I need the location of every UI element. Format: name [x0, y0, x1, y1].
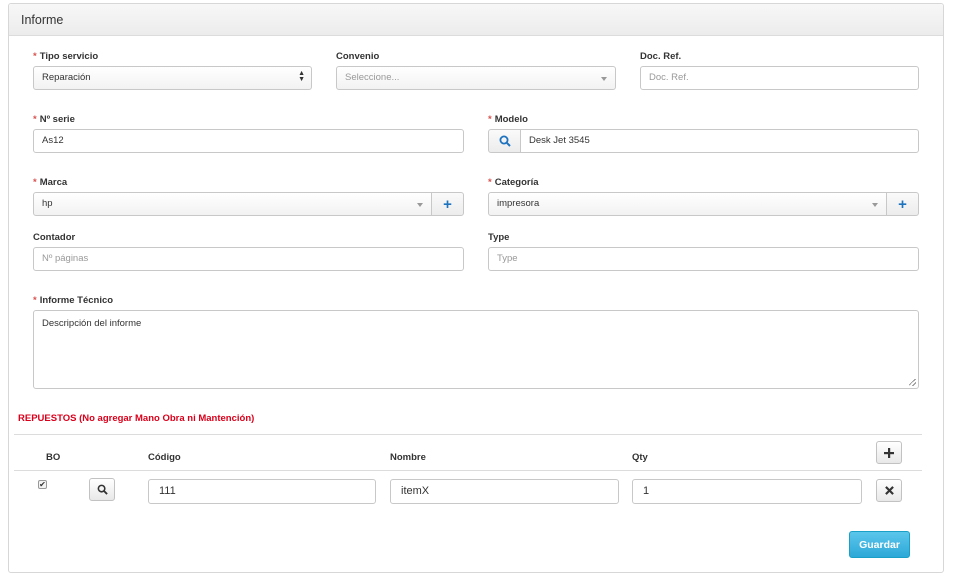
- convenio-select[interactable]: Seleccione...: [336, 66, 616, 90]
- contador-input[interactable]: Nº páginas: [33, 247, 464, 271]
- chevron-down-icon: [872, 203, 878, 207]
- panel-heading: Informe: [9, 4, 943, 36]
- column-header-bo: BO: [46, 452, 61, 463]
- repuestos-title: REPUESTOS (No agregar Mano Obra ni Mante…: [18, 413, 255, 424]
- modelo-search-button[interactable]: [488, 129, 521, 153]
- doc-ref-label: Doc. Ref.: [640, 51, 682, 62]
- n-serie-input[interactable]: As12: [33, 129, 464, 153]
- modelo-input[interactable]: Desk Jet 3545: [520, 129, 919, 153]
- panel-title: Informe: [21, 13, 64, 27]
- search-icon: [97, 484, 108, 495]
- chevron-down-icon: [601, 77, 607, 81]
- add-marca-button[interactable]: +: [431, 192, 464, 216]
- plus-icon: +: [898, 195, 907, 213]
- divider: [14, 434, 922, 435]
- informe-tecnico-label: * Informe Técnico: [33, 295, 114, 306]
- type-input[interactable]: Type: [488, 247, 919, 271]
- column-header-qty: Qty: [632, 452, 648, 463]
- marca-select[interactable]: hp: [33, 192, 432, 216]
- categoria-label: * Categoría: [488, 177, 539, 188]
- qty-input[interactable]: 1: [632, 479, 862, 504]
- column-header-codigo: Código: [148, 452, 181, 463]
- n-serie-label: * Nº serie: [33, 114, 75, 125]
- bo-checkbox[interactable]: ✔: [38, 480, 47, 489]
- chevron-down-icon: [417, 203, 423, 207]
- contador-label: Contador: [33, 232, 76, 243]
- search-icon: [499, 135, 511, 147]
- plus-icon: +: [443, 195, 452, 213]
- add-categoria-button[interactable]: +: [886, 192, 919, 216]
- marca-label: * Marca: [33, 177, 68, 188]
- modelo-label: * Modelo: [488, 114, 528, 125]
- divider: [14, 470, 922, 471]
- times-icon: [884, 486, 894, 495]
- informe-tecnico-textarea[interactable]: Descripción del informe: [33, 310, 919, 389]
- doc-ref-input[interactable]: Doc. Ref.: [640, 66, 919, 90]
- tipo-servicio-label: * Tipo servicio: [33, 51, 99, 62]
- select-updown-icon: ▲ ▼: [298, 70, 305, 83]
- save-button[interactable]: Guardar: [849, 531, 910, 558]
- nombre-input[interactable]: itemX: [390, 479, 619, 504]
- add-row-button[interactable]: [876, 441, 902, 464]
- plus-icon: [884, 447, 894, 458]
- type-label: Type: [488, 232, 510, 243]
- tipo-servicio-select[interactable]: Reparación ▲ ▼: [33, 66, 312, 90]
- categoria-select[interactable]: impresora: [488, 192, 887, 216]
- codigo-search-button[interactable]: [89, 478, 115, 501]
- resize-handle-icon[interactable]: [909, 379, 916, 386]
- remove-row-button[interactable]: [876, 479, 902, 502]
- convenio-label: Convenio: [336, 51, 380, 62]
- codigo-input[interactable]: 111: [148, 479, 376, 504]
- column-header-nombre: Nombre: [390, 452, 426, 463]
